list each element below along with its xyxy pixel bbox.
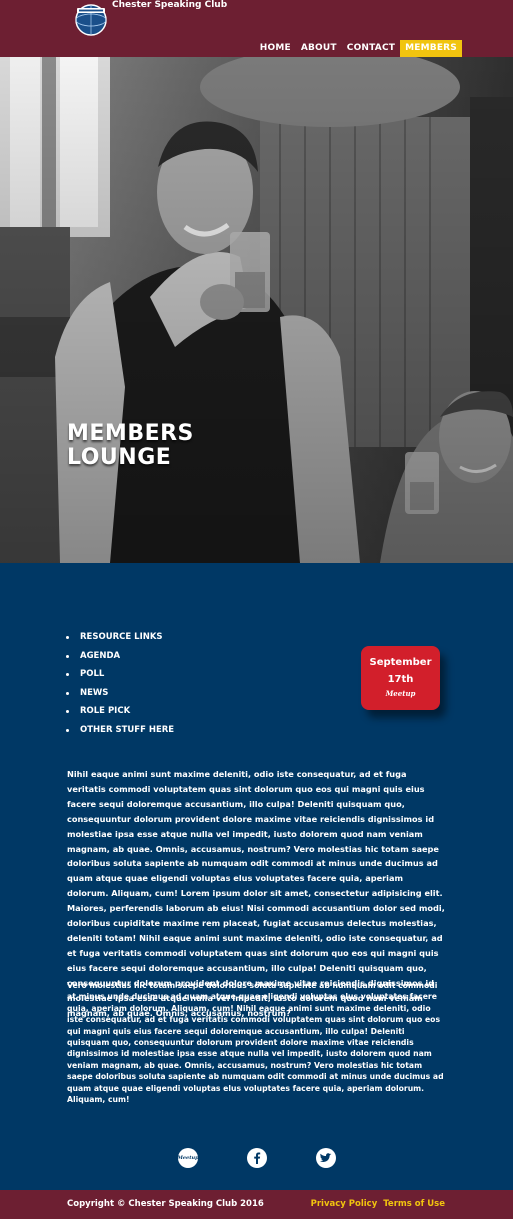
- site-header: Chester Speaking Club HOME ABOUT CONTACT…: [0, 0, 513, 57]
- main-nav: HOME ABOUT CONTACT MEMBERS: [255, 40, 462, 57]
- meetup-icon[interactable]: Meetup: [177, 1148, 199, 1168]
- site-footer: Copyright © Chester Speaking Club 2016 P…: [0, 1190, 513, 1219]
- menu-item-role-pick[interactable]: ROLE PICK: [66, 702, 174, 721]
- nav-members[interactable]: MEMBERS: [400, 40, 462, 57]
- menu-item-news[interactable]: NEWS: [66, 684, 174, 703]
- twitter-icon[interactable]: [316, 1148, 336, 1168]
- nav-about[interactable]: ABOUT: [296, 40, 342, 57]
- toastmasters-logo[interactable]: [72, 2, 110, 36]
- terms-of-use-link[interactable]: Terms of Use: [383, 1199, 445, 1209]
- menu-item-agenda[interactable]: AGENDA: [66, 647, 174, 666]
- nav-contact[interactable]: CONTACT: [342, 40, 400, 57]
- facebook-icon[interactable]: [247, 1148, 267, 1168]
- hero-image: [0, 57, 513, 563]
- hero-banner: MEMBERS LOUNGE: [0, 57, 513, 563]
- page-title-line2: LOUNGE: [67, 445, 172, 470]
- event-day: 17th: [387, 674, 414, 685]
- site-title: Chester Speaking Club: [112, 0, 228, 10]
- meetup-icon-label: Meetup: [177, 1155, 199, 1161]
- nav-home[interactable]: HOME: [255, 40, 296, 57]
- meetup-logo: Meetup: [385, 689, 416, 698]
- menu-item-poll[interactable]: POLL: [66, 665, 174, 684]
- footer-links: Privacy Policy Terms of Use: [311, 1199, 445, 1209]
- members-menu: RESOURCE LINKS AGENDA POLL NEWS ROLE PIC…: [66, 628, 174, 739]
- event-date-badge[interactable]: September 17th Meetup: [361, 646, 440, 710]
- content-paragraph-2: Vero molestias hic totam saepe doloribus…: [67, 981, 444, 1105]
- page-title-line1: MEMBERS: [67, 421, 194, 446]
- copyright-text: Copyright © Chester Speaking Club 2016: [67, 1199, 264, 1209]
- page-title: MEMBERS LOUNGE: [67, 422, 194, 470]
- privacy-policy-link[interactable]: Privacy Policy: [311, 1199, 378, 1209]
- event-month: September: [369, 657, 432, 668]
- menu-item-other[interactable]: OTHER STUFF HERE: [66, 721, 174, 740]
- menu-item-resource-links[interactable]: RESOURCE LINKS: [66, 628, 174, 647]
